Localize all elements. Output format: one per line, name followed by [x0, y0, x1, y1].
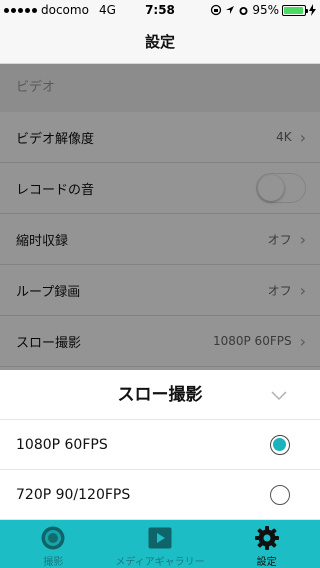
option-label: 720P 90/120FPS — [16, 486, 131, 503]
battery-percent: 95% — [252, 3, 279, 17]
battery-icon — [282, 4, 308, 16]
location-icon — [226, 6, 235, 14]
status-right: 95% — [210, 3, 316, 17]
option-720p-90-120fps[interactable]: 720P 90/120FPS — [0, 470, 320, 520]
tab-camera[interactable]: 撮影 — [0, 520, 107, 568]
tab-bar: 撮影 メディアギャラリー 設定 — [0, 520, 320, 568]
sheet-header: スロー撮影 — [0, 370, 320, 420]
option-label: 1080P 60FPS — [16, 436, 108, 453]
camera-icon — [41, 526, 65, 550]
alarm-icon — [239, 6, 248, 15]
tab-label: 撮影 — [43, 557, 64, 568]
modal-backdrop[interactable] — [0, 64, 320, 370]
gear-icon — [254, 526, 279, 550]
chevron-down-icon[interactable] — [270, 386, 288, 404]
tab-label: 設定 — [256, 557, 277, 568]
orientation-lock-icon — [211, 4, 222, 16]
battery-fill — [284, 6, 303, 14]
page-title: 設定 — [0, 20, 320, 64]
slow-motion-sheet: スロー撮影 1080P 60FPS 720P 90/120FPS — [0, 370, 320, 520]
status-bar: docomo 4G 7:58 95% — [0, 0, 320, 20]
radio-unselected[interactable] — [270, 484, 290, 505]
radio-selected[interactable] — [270, 434, 290, 455]
play-icon — [148, 527, 172, 549]
charging-icon — [309, 4, 316, 16]
tab-settings[interactable]: 設定 — [213, 520, 320, 568]
option-1080p-60fps[interactable]: 1080P 60FPS — [0, 420, 320, 470]
tab-media-gallery[interactable]: メディアギャラリー — [107, 520, 214, 568]
tab-label: メディアギャラリー — [115, 557, 205, 568]
